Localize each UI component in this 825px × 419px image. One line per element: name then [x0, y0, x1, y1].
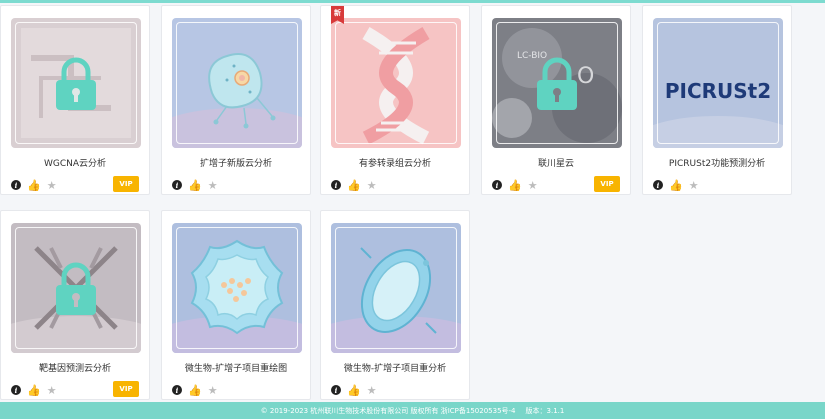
vip-badge: VIP	[594, 176, 620, 192]
info-icon[interactable]: i	[492, 180, 502, 190]
star-icon[interactable]: ★	[208, 180, 218, 191]
card-lc-nebula[interactable]: LC-BIO O 联川星云 i 👍 ★ VIP	[481, 5, 631, 195]
card-cover[interactable]	[172, 223, 302, 353]
star-icon[interactable]: ★	[689, 180, 699, 191]
cover-text: PICRUSt2	[665, 79, 771, 103]
card-actions: i 👍 ★	[331, 177, 377, 193]
star-icon[interactable]: ★	[47, 385, 57, 396]
thumbs-up-icon[interactable]: 👍	[669, 180, 683, 191]
thumbs-up-icon[interactable]: 👍	[347, 385, 361, 396]
thumbs-up-icon[interactable]: 👍	[347, 180, 361, 191]
card-target-gene[interactable]: 靶基因预测云分析 i 👍 ★ VIP	[0, 210, 150, 400]
vip-badge: VIP	[113, 176, 139, 192]
star-icon[interactable]: ★	[47, 180, 57, 191]
footer: © 2019-2023 杭州联川生物技术股份有限公司 版权所有 浙ICP备150…	[0, 402, 825, 419]
card-title: 靶基因预测云分析	[38, 364, 111, 374]
lock-icon	[56, 262, 96, 315]
card-cover[interactable]	[11, 18, 141, 148]
info-icon[interactable]: i	[11, 180, 21, 190]
star-icon[interactable]: ★	[208, 385, 218, 396]
card-cover[interactable]	[11, 223, 141, 353]
footer-copyright: © 2019-2023 杭州联川生物技术股份有限公司 版权所有 浙ICP备150…	[260, 406, 516, 415]
card-actions: i 👍 ★	[11, 382, 57, 398]
star-icon[interactable]: ★	[367, 385, 377, 396]
card-title: PICRUSt2功能预测分析	[668, 159, 766, 169]
card-actions: i 👍 ★	[172, 382, 218, 398]
card-cover[interactable]: LC-BIO O	[492, 18, 622, 148]
card-wgcna[interactable]: WGCNA云分析 i 👍 ★ VIP	[0, 5, 150, 195]
card-title: 微生物-扩增子项目重分析	[343, 364, 447, 374]
footer-version: 版本：3.1.1	[525, 406, 565, 415]
card-ref-transcriptome[interactable]: 新 有参转录组云分析 i 👍 ★	[320, 5, 470, 195]
card-actions: i 👍 ★	[172, 177, 218, 193]
card-actions: i 👍 ★	[331, 382, 377, 398]
info-icon[interactable]: i	[11, 385, 21, 395]
vip-badge: VIP	[113, 381, 139, 397]
info-icon[interactable]: i	[331, 180, 341, 190]
card-amplicon-new[interactable]: 扩增子新版云分析 i 👍 ★	[161, 5, 311, 195]
card-actions: i 👍 ★	[653, 177, 699, 193]
card-title: 扩增子新版云分析	[199, 159, 272, 169]
card-microbe-reanalysis[interactable]: 微生物-扩增子项目重分析 i 👍 ★	[320, 210, 470, 400]
card-title: 有参转录组云分析	[358, 159, 431, 169]
top-accent-strip	[0, 0, 825, 3]
thumbs-up-icon[interactable]: 👍	[188, 385, 202, 396]
thumbs-up-icon[interactable]: 👍	[188, 180, 202, 191]
thumbs-up-icon[interactable]: 👍	[508, 180, 522, 191]
thumbs-up-icon[interactable]: 👍	[27, 385, 41, 396]
star-icon[interactable]: ★	[367, 180, 377, 191]
card-title: WGCNA云分析	[43, 159, 107, 169]
thumbs-up-icon[interactable]: 👍	[27, 180, 41, 191]
lock-icon	[537, 57, 577, 110]
card-cover[interactable]	[331, 18, 461, 148]
info-icon[interactable]: i	[331, 385, 341, 395]
card-actions: i 👍 ★	[11, 177, 57, 193]
card-cover[interactable]	[172, 18, 302, 148]
card-title: 联川星云	[537, 159, 574, 169]
card-picrust2[interactable]: PICRUSt2 PICRUSt2功能预测分析 i 👍 ★	[642, 5, 792, 195]
card-cover[interactable]: PICRUSt2	[653, 18, 783, 148]
info-icon[interactable]: i	[172, 385, 182, 395]
card-actions: i 👍 ★	[492, 177, 538, 193]
card-cover[interactable]	[331, 223, 461, 353]
info-icon[interactable]: i	[653, 180, 663, 190]
card-microbe-replot[interactable]: 微生物-扩增子项目重绘图 i 👍 ★	[161, 210, 311, 400]
info-icon[interactable]: i	[172, 180, 182, 190]
lock-icon	[56, 57, 96, 110]
card-title: 微生物-扩增子项目重绘图	[184, 364, 288, 374]
star-icon[interactable]: ★	[528, 180, 538, 191]
